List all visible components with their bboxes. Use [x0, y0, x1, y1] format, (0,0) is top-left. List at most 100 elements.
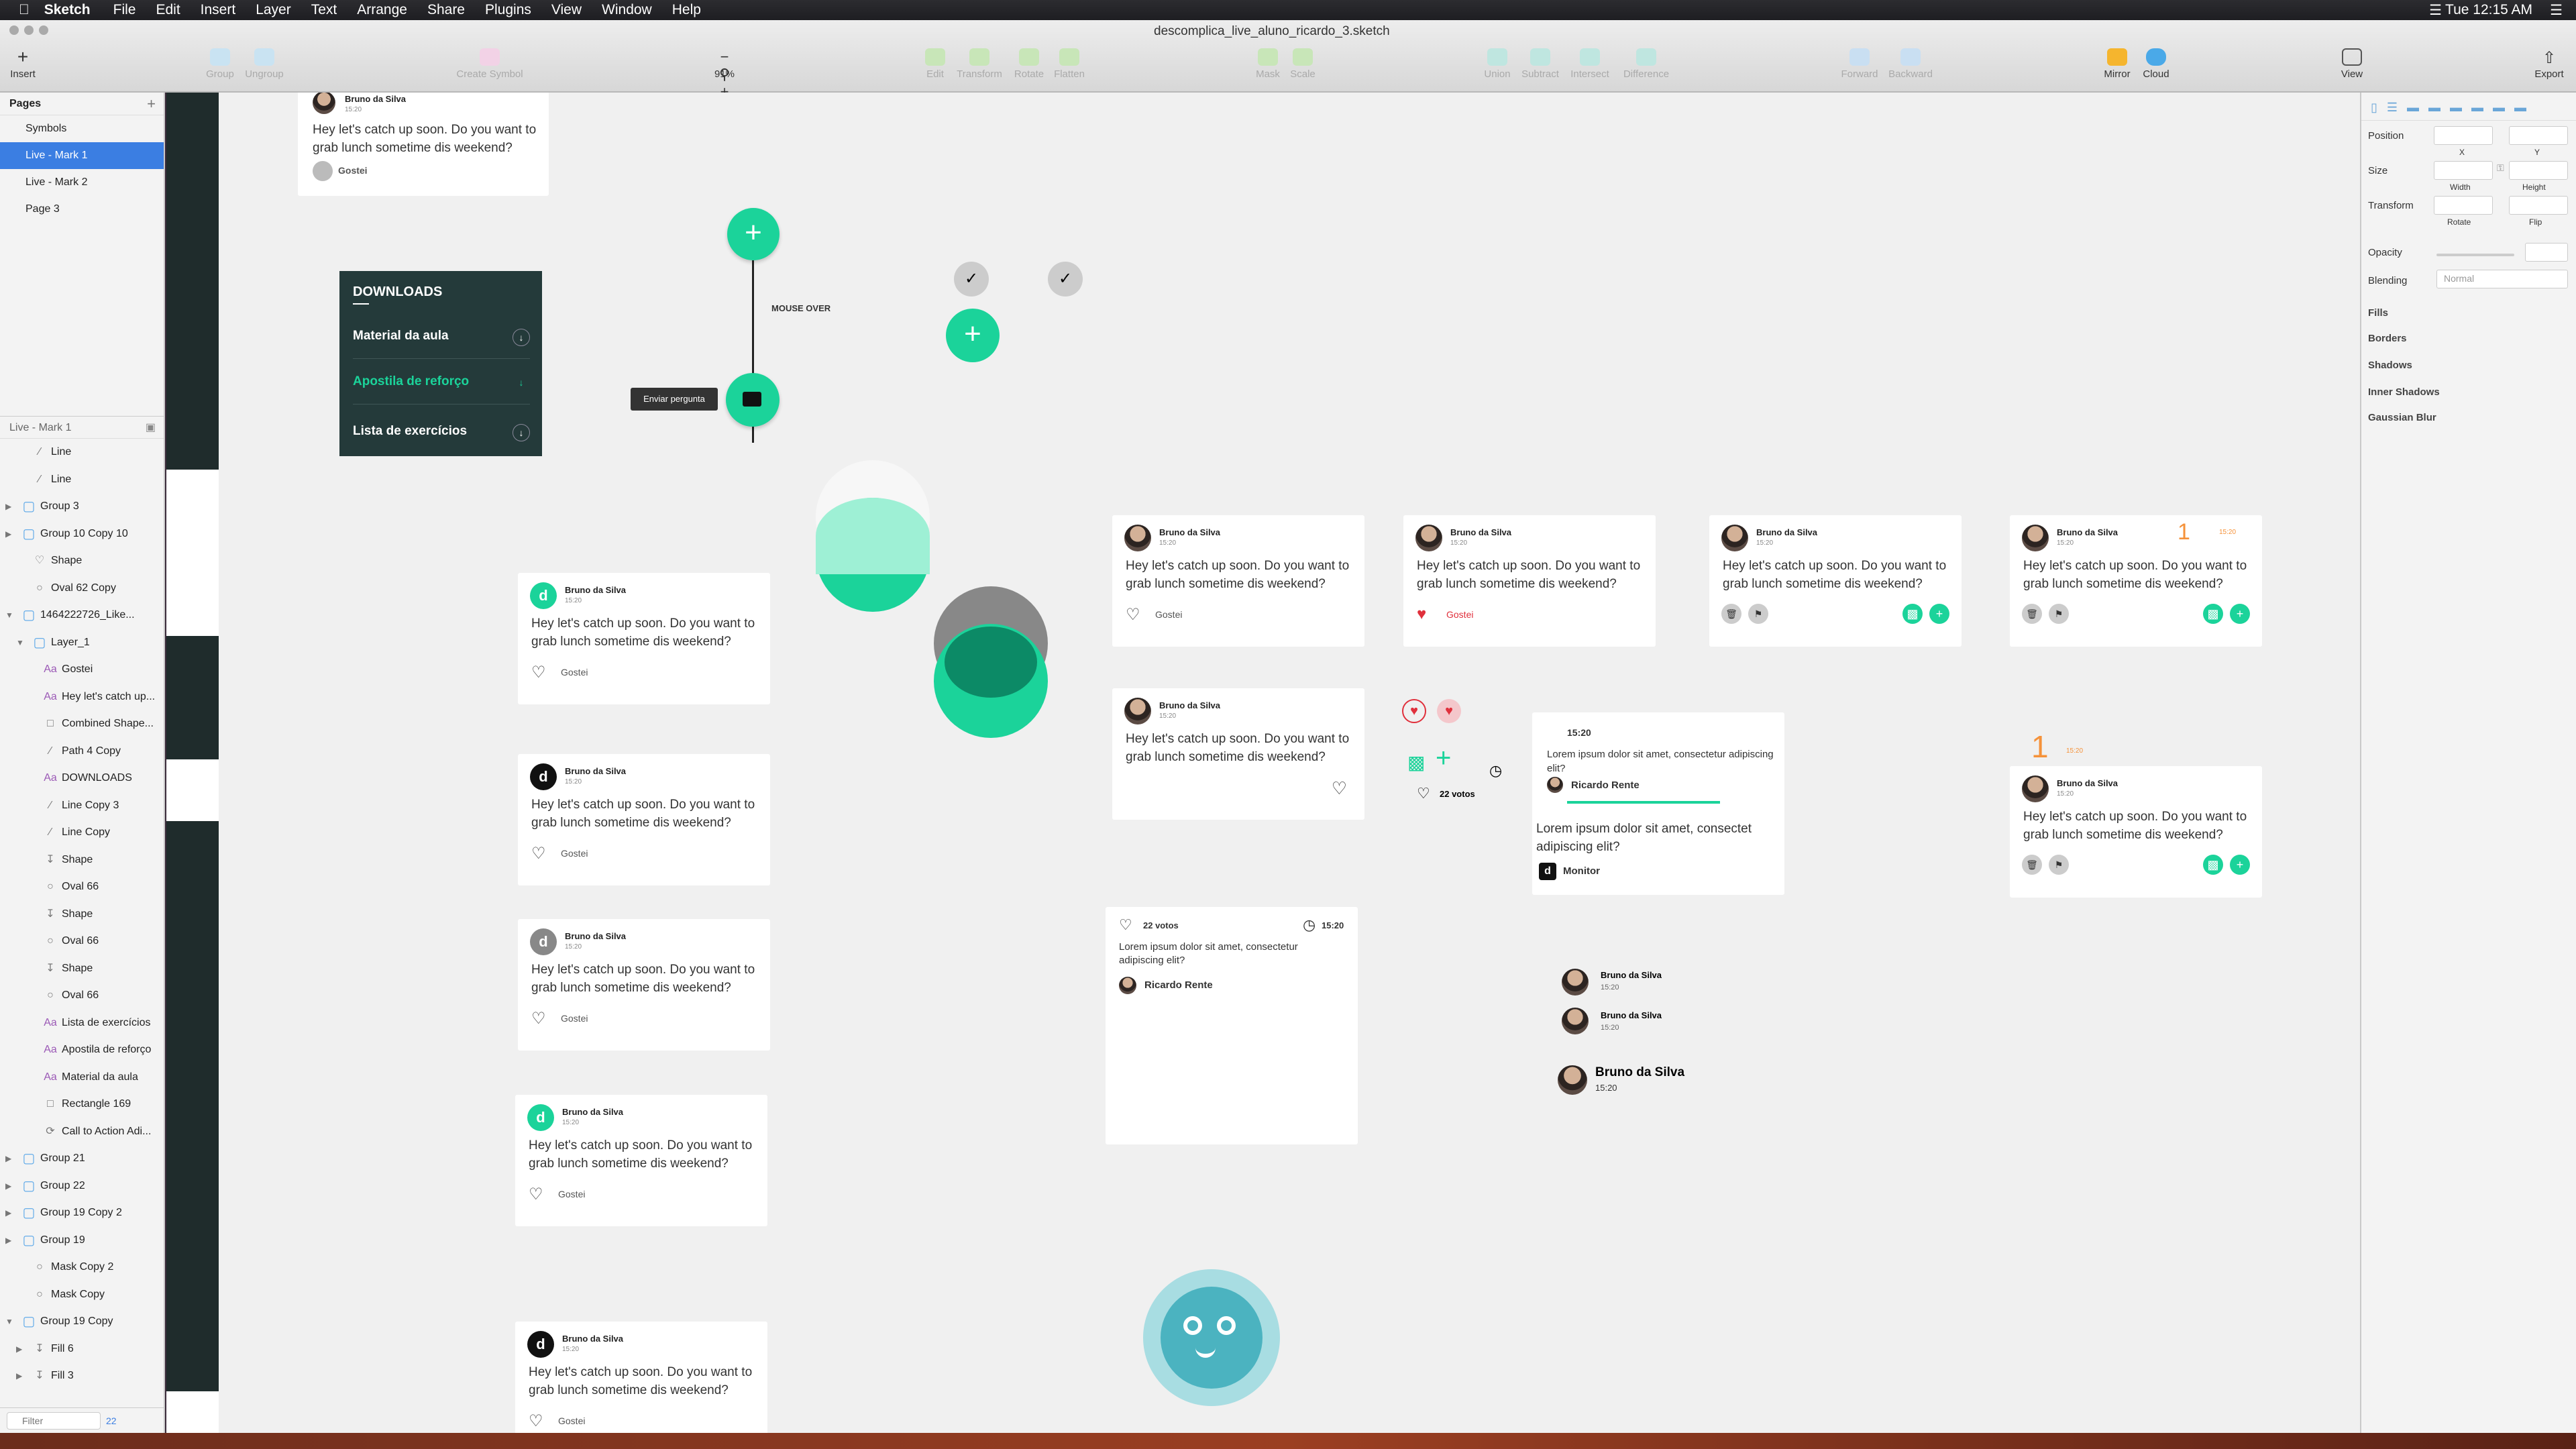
trash-icon[interactable]: 🗑: [2022, 855, 2042, 875]
message-card[interactable]: Bruno da Silva 15:20 Hey let's catch up so…: [1112, 688, 1364, 820]
layer-row[interactable]: ▼ ▢ Layer_1: [0, 629, 164, 657]
menu-window[interactable]: Window: [602, 2, 652, 18]
plus-icon[interactable]: +: [2230, 604, 2250, 624]
create-symbol-button[interactable]: Create Symbol: [456, 48, 523, 80]
borders-section[interactable]: Borders: [2368, 333, 2407, 344]
opacity-input[interactable]: [2525, 243, 2568, 262]
wifi-icon[interactable]: ☰: [2429, 2, 2442, 19]
layer-row[interactable]: ○ Mask Copy 2: [0, 1254, 164, 1281]
insert-button[interactable]: + Insert: [0, 48, 56, 80]
plus-icon[interactable]: +: [1929, 604, 1949, 624]
disclosure-triangle-icon[interactable]: ▶: [5, 1199, 17, 1226]
heart-icon[interactable]: ♡: [531, 1009, 546, 1028]
cloud-button[interactable]: Cloud: [2123, 48, 2190, 80]
page-live-mark-2[interactable]: Live - Mark 2: [0, 169, 164, 196]
plus-icon[interactable]: +: [2230, 855, 2250, 875]
page-live-mark-1[interactable]: Live - Mark 1: [0, 142, 164, 169]
menu-view[interactable]: View: [551, 2, 582, 18]
heart-icon[interactable]: ♡: [531, 663, 546, 682]
heart-icon[interactable]: ♥: [1402, 699, 1426, 723]
layer-row[interactable]: ↧ Shape: [0, 901, 164, 928]
add-fab-button[interactable]: +: [946, 309, 1000, 362]
layer-row[interactable]: Aa Lista de exercícios: [0, 1010, 164, 1037]
layer-row[interactable]: ▶ ▢ Group 22: [0, 1173, 164, 1200]
heart-icon[interactable]: ♡: [1332, 778, 1347, 799]
message-card[interactable]: d Bruno da Silva 15:20 Hey let's catch up s…: [518, 754, 770, 885]
check-icon[interactable]: ✓: [954, 262, 989, 297]
add-page-icon[interactable]: +: [147, 93, 156, 115]
disclosure-triangle-icon[interactable]: ▶: [5, 1227, 17, 1254]
layer-row[interactable]: ○ Oval 66: [0, 982, 164, 1010]
disclosure-triangle-icon[interactable]: ▼: [5, 602, 17, 629]
backward-button[interactable]: Backward: [1877, 48, 1944, 80]
page-3[interactable]: Page 3: [0, 196, 164, 223]
layer-row[interactable]: □ Combined Shape...: [0, 710, 164, 738]
disclosure-triangle-icon[interactable]: ▶: [5, 1173, 17, 1199]
heart-icon[interactable]: [313, 161, 333, 181]
message-card[interactable]: Bruno da Silva 15:20 Hey let's catch up so…: [2010, 515, 2262, 647]
layer-row[interactable]: ↧ Shape: [0, 847, 164, 874]
layer-row[interactable]: ▶ ▢ Group 3: [0, 493, 164, 521]
position-y-input[interactable]: [2509, 126, 2568, 145]
layer-row[interactable]: □ Rectangle 169: [0, 1091, 164, 1118]
width-input[interactable]: [2434, 161, 2493, 180]
layer-row[interactable]: ▼ ▢ 1464222726_Like...: [0, 602, 164, 629]
export-button[interactable]: ⇧ Export: [2516, 48, 2576, 80]
layer-row[interactable]: ∕ Path 4 Copy: [0, 738, 164, 765]
disclosure-triangle-icon[interactable]: ▶: [16, 1336, 28, 1362]
layer-row[interactable]: ▼ ▢ Group 19 Copy: [0, 1308, 164, 1336]
layer-row[interactable]: ♡ Shape: [0, 547, 164, 575]
layer-row[interactable]: ∕ Line: [0, 466, 164, 494]
layer-row[interactable]: ▶ ↧ Fill 6: [0, 1336, 164, 1363]
menu-file[interactable]: File: [113, 2, 136, 18]
layer-row[interactable]: ⟳ Call to Action Adi...: [0, 1118, 164, 1146]
download-item-material[interactable]: Material da aula ↓: [353, 329, 530, 346]
message-card[interactable]: d Bruno da Silva 15:20 Hey let's catch up s…: [518, 573, 770, 704]
disclosure-triangle-icon[interactable]: ▶: [5, 1145, 17, 1172]
ungroup-button[interactable]: Ungroup: [231, 48, 298, 80]
heart-icon[interactable]: ♡: [1417, 785, 1430, 802]
layer-row[interactable]: ∕ Line: [0, 439, 164, 466]
layer-row[interactable]: ○ Oval 62 Copy: [0, 575, 164, 602]
shadows-section[interactable]: Shadows: [2368, 360, 2412, 371]
menu-list-icon[interactable]: ☰: [2550, 2, 2563, 19]
view-button[interactable]: View: [2318, 48, 2385, 80]
message-card[interactable]: Bruno da Silva 15:20 Hey let's catch up so…: [1403, 515, 1656, 647]
minimize-button[interactable]: [24, 25, 34, 35]
layer-row[interactable]: Aa Material da aula: [0, 1064, 164, 1091]
layer-row[interactable]: ○ Oval 66: [0, 873, 164, 901]
menubar-clock[interactable]: Tue 12:15 AM: [2445, 2, 2532, 18]
ask-question-fab[interactable]: [726, 373, 780, 427]
layer-row[interactable]: Aa DOWNLOADS: [0, 765, 164, 792]
heart-icon[interactable]: ♡: [529, 1185, 543, 1204]
rotate-input[interactable]: [2434, 196, 2493, 215]
collapse-icon[interactable]: ▣: [146, 417, 156, 439]
menu-help[interactable]: Help: [672, 2, 701, 18]
download-item-lista[interactable]: Lista de exercícios ↓: [353, 424, 530, 441]
fills-section[interactable]: Fills: [2368, 307, 2388, 319]
menu-arrange[interactable]: Arrange: [357, 2, 407, 18]
disclosure-triangle-icon[interactable]: ▶: [5, 493, 17, 520]
votes-card[interactable]: ♡ 22 votos ◷ 15:20 Lorem ipsum dolor sit…: [1106, 907, 1358, 1144]
apple-icon[interactable]: : [19, 2, 30, 18]
layer-row[interactable]: ↧ Shape: [0, 955, 164, 983]
chat-icon[interactable]: ▩: [2203, 855, 2223, 875]
close-button[interactable]: [9, 25, 19, 35]
layer-row[interactable]: Aa Gostei: [0, 656, 164, 684]
question-card[interactable]: 15:20 Lorem ipsum dolor sit amet, consec…: [1532, 712, 1784, 895]
filter-input[interactable]: [7, 1411, 101, 1430]
heart-icon[interactable]: ♥: [1417, 605, 1426, 624]
canvas[interactable]: Bruno da Silva 15:20 Hey let's catch up …: [166, 93, 2360, 1433]
heart-icon[interactable]: ♥: [1437, 699, 1461, 723]
disclosure-triangle-icon[interactable]: ▼: [16, 629, 28, 656]
message-card[interactable]: d Bruno da Silva 15:20 Hey let's catch up s…: [515, 1322, 767, 1433]
layer-row[interactable]: ▶ ▢ Group 21: [0, 1145, 164, 1173]
flip-control[interactable]: [2509, 196, 2568, 215]
gaussian-blur-section[interactable]: Gaussian Blur: [2368, 412, 2436, 423]
layer-row[interactable]: ∕ Line Copy: [0, 819, 164, 847]
opacity-slider[interactable]: [2436, 254, 2514, 256]
inner-shadows-section[interactable]: Inner Shadows: [2368, 386, 2440, 398]
disclosure-triangle-icon[interactable]: ▼: [5, 1308, 17, 1335]
message-card[interactable]: Bruno da Silva 15:20 Hey let's catch up so…: [1112, 515, 1364, 647]
layer-row[interactable]: Aa Apostila de reforço: [0, 1036, 164, 1064]
